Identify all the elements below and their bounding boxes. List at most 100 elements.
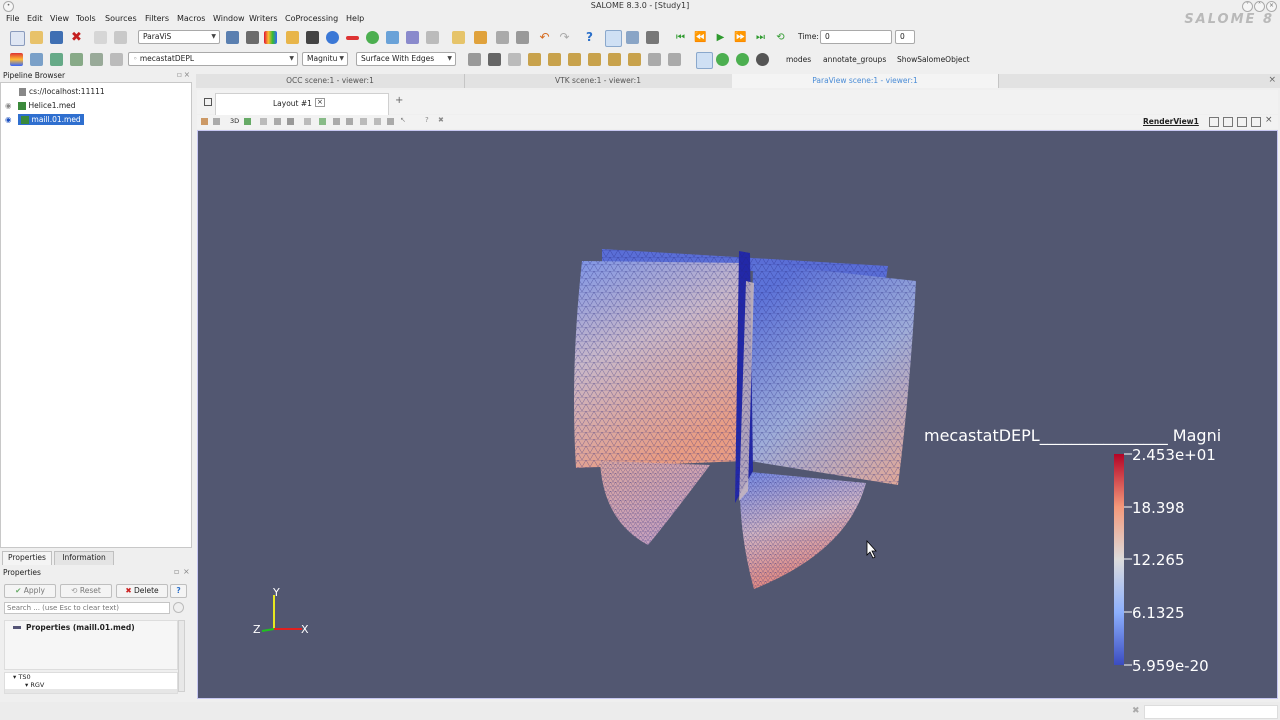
previous-frame-icon[interactable]: ⏪ [694,31,707,44]
refresh-icon[interactable] [716,53,729,66]
split-horizontal-icon[interactable] [1209,117,1219,127]
geometry-module-icon[interactable] [226,31,239,44]
chart-tool-icon[interactable] [406,31,419,44]
view-x-plus-icon[interactable] [528,53,541,66]
eye-visible-icon[interactable]: ◉ [5,115,12,124]
pipeline-item-helice[interactable]: ◉ Helice1.med [5,101,76,110]
color-map-icon[interactable] [10,53,23,66]
tab-paraview-scene[interactable]: ParaView scene:1 - viewer:1 [732,74,999,88]
close-panel-icon[interactable]: × [184,70,190,79]
render-view-name[interactable]: RenderView1 [1143,117,1199,126]
view-x-minus-icon[interactable] [548,53,561,66]
render-canvas[interactable]: Y X Z mecastatDEPL________________ Magni… [198,131,1279,700]
macro-show-salome-object[interactable]: ShowSalomeObject [897,55,970,64]
menu-window[interactable]: Window [213,14,245,23]
menu-view[interactable]: View [50,14,69,23]
tree-item-rgv[interactable]: ▾ RGV [25,681,44,689]
menu-file[interactable]: File [6,14,19,23]
play-icon[interactable]: ▶ [714,31,727,44]
hover-points-icon[interactable] [360,118,367,125]
find-data-icon[interactable] [756,53,769,66]
save-state-icon[interactable] [474,31,487,44]
center-icon[interactable] [626,31,639,44]
window-menu-button[interactable]: • [3,1,14,12]
shrink-selection-icon[interactable]: ↖ [400,116,406,124]
capture-screenshot-icon[interactable] [244,118,251,125]
time-value-input[interactable]: 0 [820,30,892,44]
properties-scrollbar[interactable] [178,620,185,692]
reload-icon[interactable] [736,53,749,66]
globe-icon[interactable] [326,31,339,44]
properties-search-input[interactable] [4,602,170,614]
select-points-icon[interactable] [696,52,713,69]
clear-selection-icon[interactable]: ✖ [438,116,444,124]
connect-icon[interactable] [496,31,509,44]
help-button[interactable]: ? [170,584,187,598]
view-y-plus-icon[interactable] [568,53,581,66]
maximize-button[interactable]: ˄ [1254,1,1265,12]
next-frame-icon[interactable]: ⏩ [734,31,747,44]
menu-writers[interactable]: Writers [249,14,278,23]
rescale-icon[interactable] [50,53,63,66]
close-view-icon[interactable]: × [1268,75,1276,85]
macro-annotate-groups[interactable]: annotate_groups [823,55,886,64]
view-z-plus-icon[interactable] [608,53,621,66]
fields-icon[interactable] [426,31,439,44]
loop-icon[interactable]: ⟲ [774,31,787,44]
paravis-module-icon[interactable] [264,31,277,44]
first-frame-icon[interactable]: ⏮ [674,31,687,44]
new-layout-icon[interactable]: + [395,95,403,106]
macro-modes[interactable]: modes [786,55,811,64]
save-icon[interactable] [50,31,63,44]
camera-redo-icon[interactable] [213,118,220,125]
select-points-on-icon[interactable] [274,118,281,125]
server-node[interactable]: cs://localhost:11111 [19,87,105,96]
select-points-through-icon[interactable] [304,118,311,125]
rescale-temporal-icon[interactable] [90,53,103,66]
menu-coprocessing[interactable]: CoProcessing [285,14,338,23]
render-view[interactable]: Y X Z mecastatDEPL________________ Magni… [197,130,1278,699]
interactive-select-icon[interactable] [346,118,353,125]
tree-item-ts0[interactable]: ▾ TS0 [13,673,31,681]
view-y-minus-icon[interactable] [588,53,601,66]
close-layout-icon[interactable]: × [315,98,325,107]
camera-undo-icon[interactable] [201,118,208,125]
hover-cells-icon[interactable] [374,118,381,125]
maximize-view-icon[interactable] [1237,117,1247,127]
tool-icon[interactable] [386,31,399,44]
split-vertical-icon[interactable] [1223,117,1233,127]
tab-information[interactable]: Information [54,551,114,565]
close-document-icon[interactable]: ✖ [70,31,83,44]
calculator-icon[interactable] [306,31,319,44]
toggle-3d-button[interactable]: 3D [230,117,239,125]
grow-selection-icon[interactable] [387,118,394,125]
module-select[interactable]: ParaViS ▼ [138,30,220,44]
select-cells-icon[interactable] [260,118,267,125]
collapse-section-icon[interactable] [13,626,21,629]
paste-icon[interactable] [114,31,127,44]
select-polygon-icon[interactable] [319,118,326,125]
restore-view-icon[interactable] [1251,117,1261,127]
zoom-to-data-icon[interactable] [488,53,501,66]
menu-sources[interactable]: Sources [105,14,137,23]
menu-macros[interactable]: Macros [177,14,205,23]
layout-menu-icon[interactable] [204,98,212,106]
close-properties-icon[interactable]: × [183,567,190,576]
representation-select[interactable]: Surface With Edges ▼ [356,52,456,66]
float-properties-icon[interactable]: ▫ [174,567,179,576]
rotate-left-icon[interactable] [648,53,661,66]
rescale-custom-icon[interactable] [70,53,83,66]
pipeline-item-maill[interactable]: ◉ maill.01.med [5,114,84,125]
eye-icon[interactable]: ◉ [5,101,12,110]
disconnect-icon[interactable] [516,31,529,44]
undo-icon[interactable]: ↶ [538,31,551,44]
document-icon[interactable] [286,31,299,44]
reset-camera-icon[interactable] [468,53,481,66]
menu-tools[interactable]: Tools [76,14,96,23]
reset-button[interactable]: ⟲ Reset [60,584,112,598]
tree-hscrollbar[interactable] [5,689,177,693]
mesh-module-icon[interactable] [246,31,259,44]
add-icon[interactable] [366,31,379,44]
new-document-icon[interactable] [10,31,25,46]
tab-vtk-scene[interactable]: VTK scene:1 - viewer:1 [464,74,733,88]
